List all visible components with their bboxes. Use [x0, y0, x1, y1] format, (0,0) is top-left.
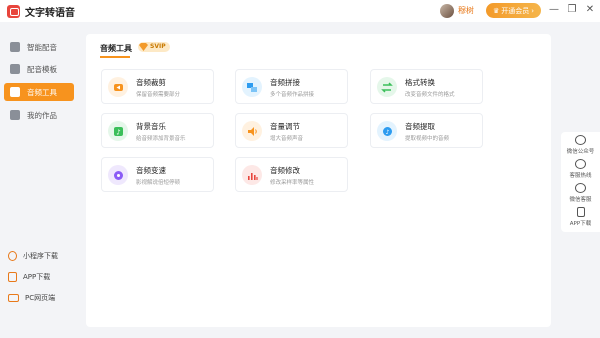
tool-name: 音频变速 [136, 166, 166, 175]
tool-desc: 保留音频需要部分 [136, 92, 181, 98]
tool-format-convert[interactable]: 格式转换 改变音频文件的格式 [370, 69, 483, 104]
merge-icon [242, 77, 262, 97]
app-title: 文字转语音 [25, 7, 75, 19]
scissors-icon [108, 77, 128, 97]
mini-program-download-link[interactable]: 小程序下载 [8, 251, 58, 261]
monitor-icon [8, 294, 19, 302]
hotline-icon [575, 159, 586, 169]
tool-desc: 修改采样率等属性 [270, 180, 315, 186]
sidebar-item-label: 配音模板 [27, 64, 57, 74]
tool-audio-merge[interactable]: 音频拼接 多个音频作品拼接 [235, 69, 348, 104]
tool-name: 音频拼接 [270, 78, 300, 87]
pc-web-link[interactable]: PC网页端 [8, 293, 55, 303]
phone-icon [8, 272, 17, 282]
folder-icon [10, 110, 20, 120]
tool-audio-extract[interactable]: ♪ 音频提取 提取视频中的音频 [370, 113, 483, 148]
audio-tools-panel: 音频工具 SVIP 音频裁剪 保留音频需要部分 音频拼接 多个音频作品拼接 格式… [86, 34, 551, 327]
tool-name: 格式转换 [405, 78, 435, 87]
tool-name: 音频裁剪 [136, 78, 166, 87]
tool-desc: 提取视频中的音频 [405, 136, 450, 142]
audio-tools-icon [10, 87, 20, 97]
footer-label: PC网页端 [25, 294, 56, 302]
extract-icon: ♪ [377, 121, 397, 141]
footer-label: 小程序下载 [23, 252, 58, 260]
sidebar-item-label: 智能配音 [27, 42, 57, 52]
tool-desc: 给音频添加背景音乐 [136, 136, 186, 142]
footer-label: APP下载 [23, 273, 51, 281]
wechat-official-account-link[interactable]: 微信公众号 [561, 135, 600, 155]
svg-text:♪: ♪ [116, 128, 120, 136]
app-download-link[interactable]: APP下载 [8, 272, 50, 282]
mini-program-icon [8, 251, 17, 261]
svip-label: SVIP [150, 43, 166, 50]
crown-icon: ♛ [492, 6, 500, 15]
panel-title: 音频工具 [100, 44, 132, 53]
maximize-icon[interactable]: ❐ [566, 4, 578, 16]
sidebar-item-audio-tools[interactable]: 音频工具 [4, 83, 74, 101]
rightbar-label: 客服热线 [569, 173, 592, 179]
volume-icon [242, 121, 262, 141]
tool-audio-modify[interactable]: 音频修改 修改采样率等属性 [235, 157, 348, 192]
username[interactable]: 穆树 [458, 5, 474, 16]
music-icon: ♪ [108, 121, 128, 141]
convert-icon [377, 77, 397, 97]
tool-name: 音量调节 [270, 122, 300, 131]
sidebar-item-my-works[interactable]: 我的作品 [4, 106, 74, 124]
rightbar-label: 微信客服 [569, 197, 592, 203]
tool-audio-speed[interactable]: 音频变速 影视解说倍短停顿 [101, 157, 214, 192]
tool-background-music[interactable]: ♪ 背景音乐 给音频添加背景音乐 [101, 113, 214, 148]
service-hotline-link[interactable]: 客服热线 [561, 159, 600, 179]
microphone-icon [10, 42, 20, 52]
user-avatar[interactable] [440, 4, 454, 18]
tool-audio-trim[interactable]: 音频裁剪 保留音频需要部分 [101, 69, 214, 104]
sidebar-item-templates[interactable]: 配音模板 [4, 60, 74, 78]
right-float-bar: 微信公众号 客服热线 微信客服 APP下载 [561, 132, 600, 232]
tool-volume-adjust[interactable]: 音量调节 增大音频声音 [235, 113, 348, 148]
wechat-icon [575, 135, 586, 145]
template-icon [10, 64, 20, 74]
tool-desc: 改变音频文件的格式 [405, 92, 455, 98]
close-icon[interactable]: ✕ [584, 4, 596, 16]
edit-audio-icon [242, 165, 262, 185]
minimize-icon[interactable]: — [548, 4, 560, 16]
tool-name: 音频修改 [270, 166, 300, 175]
speed-icon [108, 165, 128, 185]
chevron-right-icon: › [531, 6, 535, 15]
tool-name: 背景音乐 [136, 122, 166, 131]
tool-desc: 多个音频作品拼接 [270, 92, 315, 98]
svg-text:♪: ♪ [385, 129, 389, 136]
sidebar-item-label: 音频工具 [27, 87, 57, 97]
sidebar: 智能配音 配音模板 音频工具 我的作品 小程序下载 APP下载 PC网页端 [0, 22, 75, 338]
rightbar-label: 微信公众号 [566, 149, 595, 155]
app-download-float-link[interactable]: APP下载 [561, 207, 600, 227]
phone-icon [576, 207, 585, 217]
title-underline [100, 56, 130, 58]
sidebar-item-smart-dubbing[interactable]: 智能配音 [4, 38, 74, 56]
sidebar-item-label: 我的作品 [27, 110, 57, 120]
open-vip-label: 开通会员 [501, 6, 530, 15]
tool-name: 音频提取 [405, 122, 435, 131]
rightbar-label: APP下载 [569, 221, 592, 227]
diamond-icon [139, 43, 148, 51]
title-bar: 文字转语音 穆树 ♛ 开通会员 › — ❐ ✕ [0, 0, 600, 22]
tool-desc: 影视解说倍短停顿 [136, 180, 181, 186]
tool-desc: 增大音频声音 [270, 136, 304, 142]
wechat-service-icon [575, 183, 586, 193]
app-logo-icon [7, 4, 20, 18]
open-vip-button[interactable]: ♛ 开通会员 › [486, 3, 541, 18]
wechat-service-link[interactable]: 微信客服 [561, 183, 600, 203]
